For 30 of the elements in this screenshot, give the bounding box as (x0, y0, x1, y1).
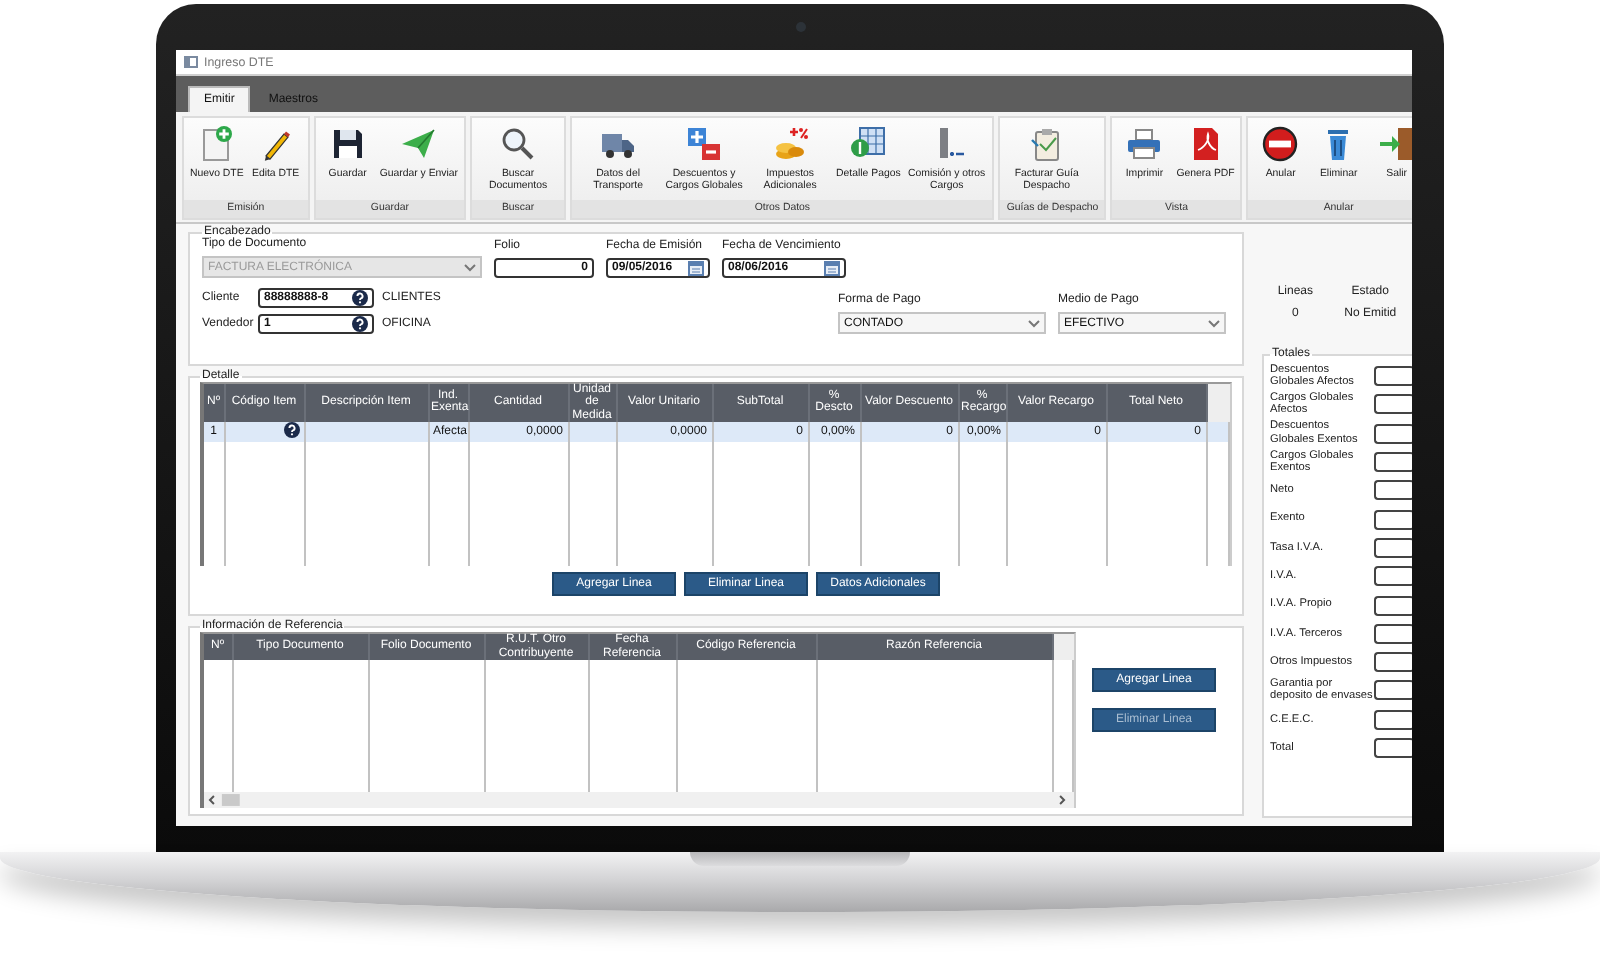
help-icon[interactable] (283, 421, 299, 438)
calendar-icon[interactable] (824, 260, 840, 276)
search-icon (498, 124, 539, 164)
total-field[interactable] (1374, 480, 1412, 501)
total-field[interactable] (1374, 709, 1412, 730)
camera-dot (795, 22, 805, 32)
total-field[interactable] (1374, 680, 1412, 701)
exit-door-icon (1376, 124, 1412, 164)
horizontal-scrollbar[interactable] (204, 792, 1074, 808)
plus-minus-icon (684, 124, 725, 164)
total-field[interactable] (1374, 423, 1412, 444)
no-entry-icon (1260, 124, 1301, 164)
total-field[interactable] (1374, 366, 1412, 387)
total-field[interactable] (1374, 537, 1412, 558)
printer-icon (1124, 124, 1165, 164)
help-icon[interactable] (352, 316, 368, 332)
total-field[interactable] (1374, 595, 1412, 616)
chevron-down-icon[interactable] (1208, 319, 1220, 327)
total-field[interactable] (1374, 652, 1412, 673)
total-field[interactable] (1374, 452, 1412, 473)
chevron-down-icon[interactable] (1028, 319, 1040, 327)
total-field[interactable] (1374, 566, 1412, 587)
total-field[interactable] (1374, 509, 1412, 530)
total-field[interactable] (1374, 738, 1412, 758)
coins-icon (770, 124, 811, 164)
total-field[interactable] (1374, 394, 1412, 415)
calendar-icon[interactable] (688, 260, 704, 276)
total-field[interactable] (1374, 623, 1412, 644)
window-icon (184, 56, 198, 68)
help-icon[interactable] (352, 290, 368, 306)
